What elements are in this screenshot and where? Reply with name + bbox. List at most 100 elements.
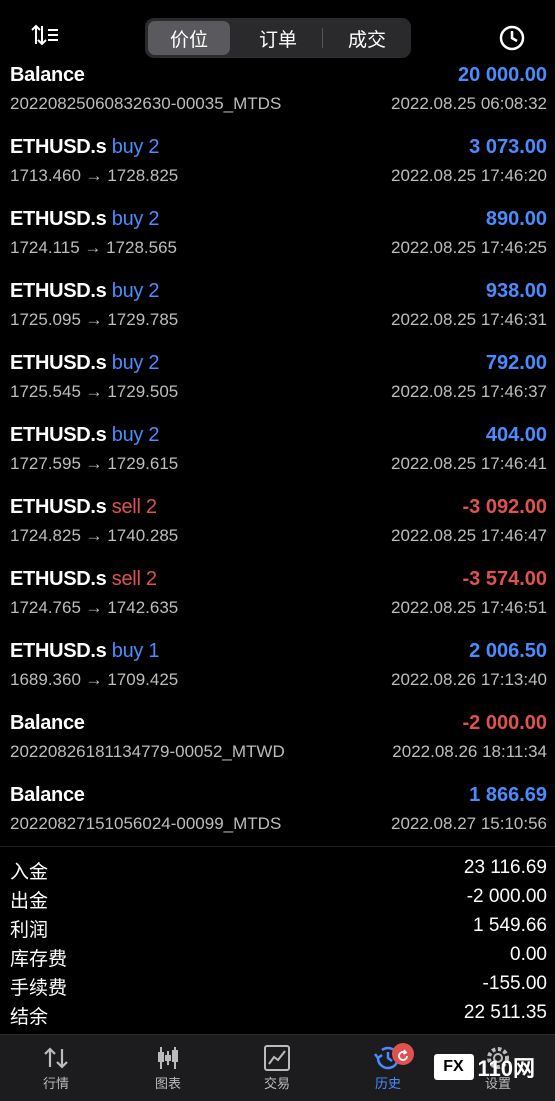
summary-row: 利润 1 549.66: [0, 913, 555, 942]
deal-time: 2022.08.25 06:08:32: [391, 94, 547, 113]
deal-row[interactable]: Balance -2 000.00 20220826181134779-00052_…: [0, 702, 555, 774]
deal-symbol: ETHUSD.s: [10, 208, 107, 230]
tab-positions[interactable]: 价位: [148, 21, 230, 55]
sort-icon: [31, 24, 58, 46]
deal-amount: 3 073.00: [469, 136, 547, 158]
deal-detail: 20220826181134779-00052_MTWD: [10, 742, 285, 761]
summary-row: 出金 -2 000.00: [0, 884, 555, 913]
summary-value: 1 549.66: [473, 915, 547, 936]
deal-time: 2022.08.25 17:46:25: [391, 238, 547, 257]
deal-detail: 1724.115 → 1728.565: [10, 238, 177, 257]
trade-icon: [264, 1045, 290, 1071]
tab-deals[interactable]: 成交: [326, 21, 408, 55]
nav-label: 交易: [263, 1076, 290, 1091]
nav-label: 图表: [154, 1076, 181, 1091]
summary-value: 23 116.69: [463, 857, 547, 878]
summary-label: 结余: [10, 1007, 49, 1028]
deal-row[interactable]: ETHUSD.s buy 1 2 006.50 1689.360 → 1709.42…: [0, 630, 555, 702]
nav-quotes[interactable]: 行情: [16, 1041, 96, 1101]
deal-title: ETHUSD.s buy 1: [10, 640, 160, 663]
deal-detail: 1713.460 → 1728.825: [10, 166, 179, 185]
deal-title: ETHUSD.s buy 2: [10, 424, 160, 447]
nav-label: 历史: [374, 1076, 401, 1091]
quotes-icon: [44, 1047, 68, 1069]
deal-amount: 404.00: [485, 424, 547, 446]
summary-row: 入金 23 116.69: [0, 855, 555, 884]
tab-orders[interactable]: 订单: [237, 21, 319, 55]
watermark-text: 110网: [477, 1056, 536, 1081]
deal-symbol: Balance: [10, 64, 85, 86]
deal-detail: 1724.765 → 1742.635: [10, 598, 179, 617]
watermark-logo: FX 110网: [433, 1052, 536, 1082]
deal-detail: 1725.545 → 1729.505: [10, 382, 179, 401]
deal-title: Balance: [10, 712, 85, 735]
deal-symbol: ETHUSD.s: [10, 496, 107, 518]
deal-amount: 890.00: [485, 208, 547, 230]
segmented-control: 价位 订单 成交: [145, 18, 411, 58]
summary-panel: 入金 23 116.69 出金 -2 000.00 利润 1 549.66 库存费 0.00 手…: [0, 846, 555, 1033]
deal-detail: 1725.095 → 1729.785: [10, 310, 179, 329]
deal-title: ETHUSD.s sell 2: [10, 568, 157, 591]
deal-row[interactable]: ETHUSD.s buy 2 938.00 1725.095 → 1729.785 2…: [0, 270, 555, 342]
summary-value: -155.00: [482, 973, 547, 994]
deal-row[interactable]: ETHUSD.s buy 2 3 073.00 1713.460 → 1728.82…: [0, 126, 555, 198]
summary-value: 22 511.35: [463, 1002, 547, 1023]
deal-time: 2022.08.26 17:13:40: [391, 670, 547, 689]
deal-row[interactable]: ETHUSD.s buy 2 792.00 1725.545 → 1729.505 2…: [0, 342, 555, 414]
summary-label: 手续费: [10, 978, 68, 999]
deal-amount: -3 574.00: [462, 568, 547, 590]
summary-row: 库存费 0.00: [0, 942, 555, 971]
deal-time: 2022.08.25 17:46:20: [391, 166, 547, 185]
period-button[interactable]: [497, 23, 527, 53]
deal-symbol: ETHUSD.s: [10, 352, 107, 374]
deal-time: 2022.08.25 17:46:47: [391, 526, 547, 545]
clock-icon: [499, 25, 525, 51]
deal-side: buy 2: [111, 280, 160, 302]
nav-charts[interactable]: 图表: [128, 1041, 208, 1101]
divider: [322, 28, 323, 48]
summary-row: 手续费 -155.00: [0, 971, 555, 1000]
deal-symbol: Balance: [10, 784, 85, 806]
deal-detail: 1724.825 → 1740.285: [10, 526, 179, 545]
deals-list[interactable]: Balance 20 000.00 20220825060832630-00035_…: [0, 62, 555, 844]
deal-symbol: ETHUSD.s: [10, 136, 107, 158]
deal-amount: 20 000.00: [458, 64, 547, 86]
deal-side: buy 2: [111, 208, 160, 230]
nav-trade[interactable]: 交易: [237, 1041, 317, 1101]
deal-time: 2022.08.26 18:11:34: [392, 742, 547, 761]
summary-row: 结余 22 511.35: [0, 1000, 555, 1029]
nav-history[interactable]: 历史: [348, 1041, 428, 1101]
deal-amount: 1 866.69: [469, 784, 547, 806]
deal-row[interactable]: Balance 1 866.69 20220827151056024-00099_M…: [0, 774, 555, 844]
deal-side: buy 1: [111, 640, 160, 662]
deal-row[interactable]: Balance 20 000.00 20220825060832630-00035_…: [0, 62, 555, 126]
refresh-badge: [392, 1043, 414, 1065]
deal-amount: 938.00: [485, 280, 547, 302]
deal-side: buy 2: [111, 424, 160, 446]
deal-side: buy 2: [111, 352, 160, 374]
deal-row[interactable]: ETHUSD.s sell 2 -3 092.00 1724.825 → 1740.…: [0, 486, 555, 558]
deal-time: 2022.08.27 15:10:56: [391, 814, 547, 833]
summary-label: 出金: [10, 891, 49, 912]
deal-side: sell 2: [111, 568, 157, 590]
refresh-icon: [398, 1049, 408, 1061]
deal-amount: 2 006.50: [469, 640, 547, 662]
deal-title: ETHUSD.s buy 2: [10, 208, 160, 231]
nav-label: 行情: [42, 1076, 69, 1091]
deal-row[interactable]: ETHUSD.s buy 2 890.00 1724.115 → 1728.565 2…: [0, 198, 555, 270]
deal-time: 2022.08.25 17:46:37: [391, 382, 547, 401]
summary-label: 利润: [10, 920, 49, 941]
deal-detail: 1689.360 → 1709.425: [10, 670, 179, 689]
deal-symbol: ETHUSD.s: [10, 640, 107, 662]
deal-detail: 1727.595 → 1729.615: [10, 454, 179, 473]
deal-row[interactable]: ETHUSD.s buy 2 404.00 1727.595 → 1729.615 2…: [0, 414, 555, 486]
deal-title: Balance: [10, 784, 85, 807]
deal-row[interactable]: ETHUSD.s sell 2 -3 574.00 1724.765 → 1742.…: [0, 558, 555, 630]
deal-side: sell 2: [111, 496, 157, 518]
deal-title: ETHUSD.s buy 2: [10, 136, 160, 159]
summary-label: 入金: [10, 862, 49, 883]
summary-value: 0.00: [510, 944, 547, 965]
summary-label: 库存费: [10, 949, 68, 970]
deal-symbol: ETHUSD.s: [10, 280, 107, 302]
sort-button[interactable]: [30, 22, 60, 52]
